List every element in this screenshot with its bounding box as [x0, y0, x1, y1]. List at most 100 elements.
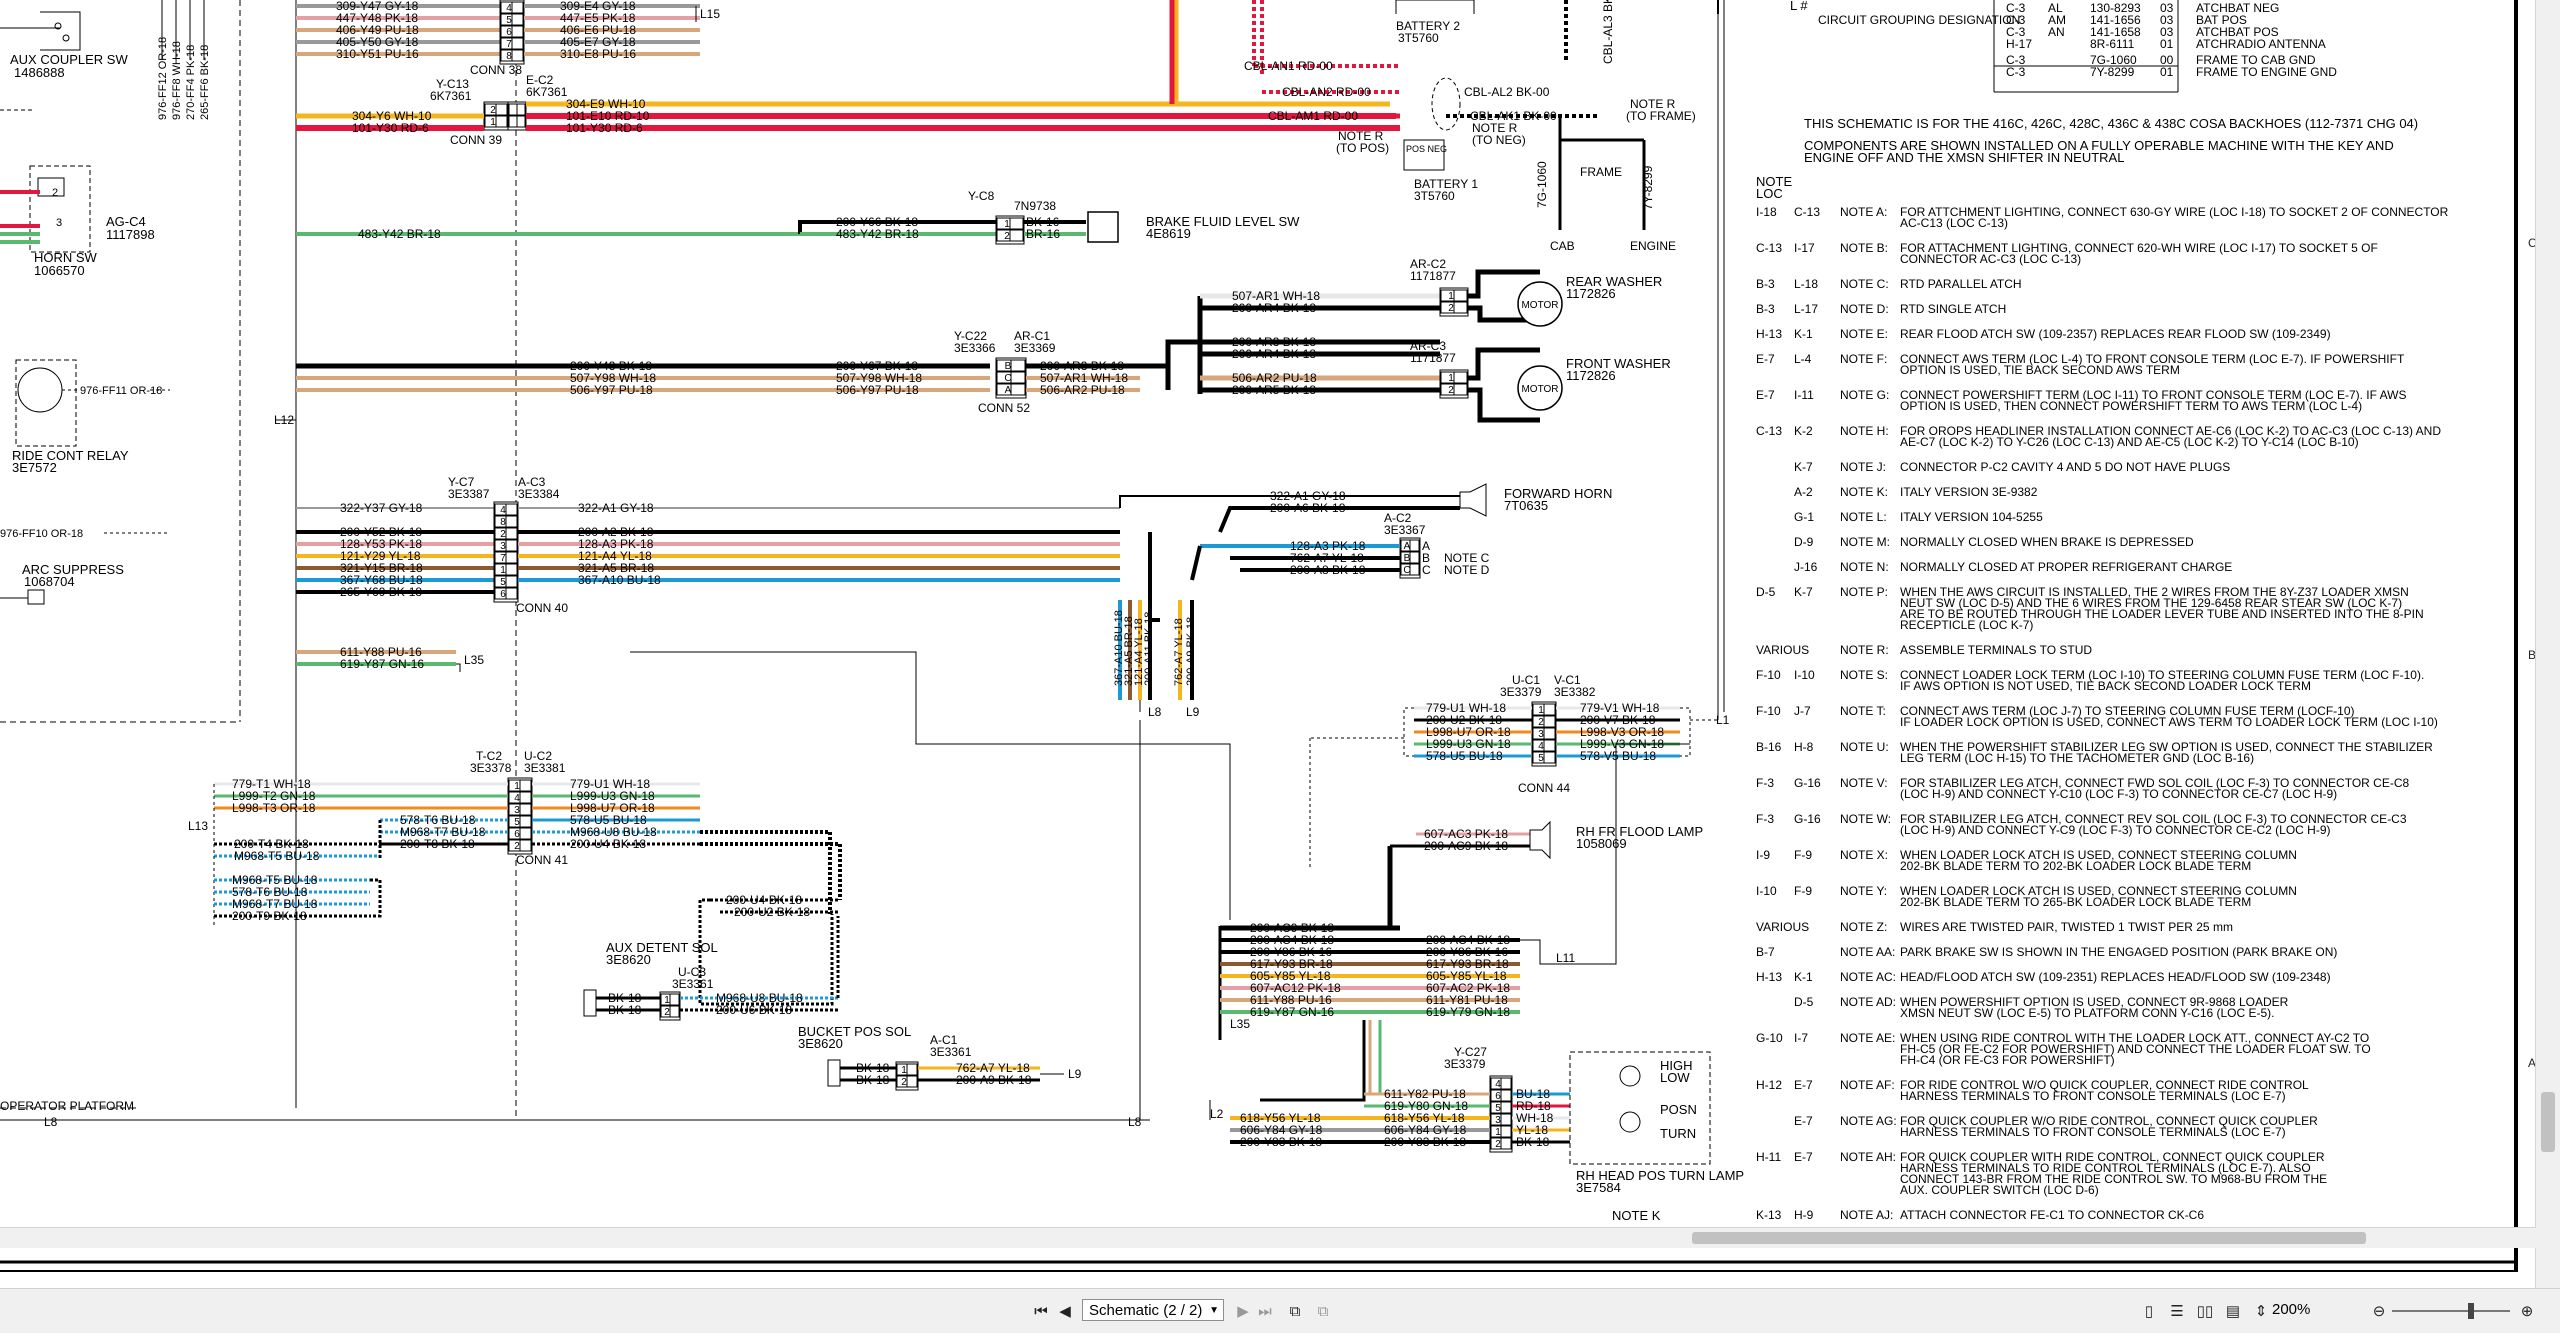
- note-10-loc2: G-1: [1794, 510, 1814, 524]
- arc1-pn: 3E3369: [1014, 341, 1056, 355]
- ec2-pn: 6K7361: [526, 85, 568, 99]
- conn44-left-label-4: 578-U5 BU-18: [1426, 749, 1503, 763]
- note-29-key: NOTE AH:: [1840, 1150, 1896, 1164]
- conn41-left-label-7: M968-T5 BU-18: [234, 849, 320, 863]
- first-page-icon[interactable]: ⏮: [1030, 1300, 1052, 1322]
- next-page-icon[interactable]: ▶: [1232, 1300, 1254, 1322]
- note-9-loc2: A-2: [1794, 485, 1813, 499]
- note-25-loc2: D-5: [1794, 995, 1814, 1009]
- note-13-loc1: D-5: [1756, 585, 1776, 599]
- note-d: NOTE D: [1444, 563, 1490, 577]
- yc27-pn: 3E3379: [1444, 1057, 1486, 1071]
- washer-mid-label-2: 506-AR2 PU-18: [1040, 383, 1125, 397]
- zoom-slider-knob[interactable]: [2468, 1303, 2474, 1319]
- ac2-pin-label: B: [1404, 553, 1411, 564]
- legend-row-3-num: 01: [2160, 37, 2174, 51]
- zoom-in-icon[interactable]: ⊕: [2516, 1300, 2538, 1322]
- previous-page-icon[interactable]: ◀: [1054, 1300, 1076, 1322]
- conn44-pin: [1543, 703, 1556, 716]
- yc27-pin-label: 5: [1495, 1103, 1501, 1114]
- lamp-label-2: POSN: [1660, 1102, 1697, 1117]
- note-21-key: NOTE Y:: [1840, 884, 1887, 898]
- note-1-loc1: C-13: [1756, 241, 1782, 255]
- conn44-pin: [1543, 739, 1556, 752]
- legend-row-3-desc: ATCHRADIO ANTENNA: [2196, 37, 2326, 51]
- note-16-key: NOTE T:: [1840, 704, 1886, 718]
- note-12-text-0: NORMALLY CLOSED AT PROPER REFRIGERANT CH…: [1900, 560, 2232, 574]
- conn39b-pin: [508, 115, 518, 128]
- conn39a-pin: [495, 103, 508, 116]
- yc13-pn: 6K7361: [430, 89, 472, 103]
- page-select[interactable]: Schematic (2 / 2) ▼: [1082, 1299, 1224, 1321]
- note-20-text-1: 202-BK BLADE TERM TO 202-BK LOADER LOCK …: [1900, 859, 2251, 873]
- note-0-text-1: AC-C13 (LOC C-13): [1900, 216, 2008, 230]
- note-5-loc2: L-4: [1794, 352, 1812, 366]
- conn52-label: CONN 52: [978, 401, 1030, 415]
- note-25-key: NOTE AD:: [1840, 995, 1896, 1009]
- note-17-key: NOTE U:: [1840, 740, 1889, 754]
- loc-l9: L9: [1186, 705, 1200, 719]
- yc22-pin: [1010, 371, 1026, 384]
- loc-l11: L11: [1556, 951, 1575, 965]
- loc-l2: L2: [1210, 1107, 1224, 1121]
- legend-row-5-pn: 7Y-8299: [2090, 65, 2135, 79]
- switch-contact: [62, 34, 70, 42]
- front-washer-pn: 1172826: [1566, 368, 1616, 383]
- note-27-text-1: HARNESS TERMINALS TO FRONT CONSOLE TERMI…: [1900, 1089, 2286, 1103]
- top-mid-label-4: 310-E8 PU-16: [560, 47, 636, 61]
- single-page-icon[interactable]: ▯: [2138, 1300, 2160, 1322]
- zoom-slider[interactable]: [2392, 1303, 2510, 1319]
- ac1-pin: [906, 1063, 918, 1076]
- operator-platform-label: OPERATOR PLATFORM: [0, 1099, 134, 1113]
- ac2-pn: 3E3367: [1384, 523, 1426, 537]
- note-r-1: (TO POS): [1336, 141, 1389, 155]
- wire: [1556, 743, 1690, 965]
- note-7-loc2: K-2: [1794, 424, 1813, 438]
- continuous-icon[interactable]: ☰: [2166, 1300, 2188, 1322]
- note-6-text-1: OPTION IS USED, THEN CONNECT POWERSHIFT …: [1900, 399, 2362, 413]
- horizontal-scroll-thumb[interactable]: [1692, 1232, 2366, 1244]
- note-20-loc2: F-9: [1794, 848, 1812, 862]
- aux-detent-pn: 3E8620: [606, 952, 651, 967]
- view-next-icon[interactable]: ⧉: [1312, 1300, 1334, 1322]
- view-previous-icon[interactable]: ⧉: [1284, 1300, 1306, 1322]
- loc-l1: L1: [1716, 713, 1730, 727]
- wire: [1148, 532, 1160, 622]
- ac1-pin: [906, 1075, 918, 1088]
- notes-legend: L #CIRCUIT GROUPING DESIGNATIONC-3 AL 130-…: [1756, 0, 2449, 1222]
- conn39a-pin-label: 2: [490, 105, 496, 116]
- uc3-pin-label: 1: [664, 995, 670, 1006]
- facing-continuous-icon[interactable]: ▤: [2222, 1300, 2244, 1322]
- note-14-text-0: ASSEMBLE TERMINALS TO STUD: [1900, 643, 2092, 657]
- facing-pages-icon[interactable]: ▯▯: [2194, 1300, 2216, 1322]
- note-6-loc2: I-11: [1794, 388, 1814, 402]
- last-page-icon[interactable]: ⏭: [1254, 1300, 1276, 1322]
- split-view-icon[interactable]: ⇕: [2250, 1300, 2272, 1322]
- conn40-pin-label: 4: [500, 505, 506, 516]
- arc3-pin-label: 2: [1448, 385, 1454, 396]
- ac2-pin-label: A: [1404, 541, 1411, 552]
- left-vertical-label-0: 976-FF12 OR-18: [157, 37, 169, 120]
- zoom-out-icon[interactable]: ⊖: [2368, 1300, 2390, 1322]
- intro-2: ENGINE OFF AND THE XMSN SHIFTER IN NEUTR…: [1804, 150, 2124, 165]
- note-7-text-1: AE-C7 (LOC K-2) TO Y-C26 (LOC C-13) AND …: [1900, 435, 2359, 449]
- yc8-pin-label: 2: [1004, 231, 1010, 242]
- vertical-scrollbar[interactable]: [2535, 0, 2560, 1292]
- horizontal-scrollbar[interactable]: [0, 1227, 2536, 1248]
- conn38-pin-label: 5: [506, 15, 512, 26]
- conn40-pin-label: 2: [500, 529, 506, 540]
- washer-right-label-3: 200-AR4 BK-18: [1232, 347, 1316, 361]
- rh-fr-flood-pn: 1058069: [1576, 836, 1627, 851]
- document-viewport[interactable]: AUX COUPLER SW 1486888 976-FF12 OR-18 976-F…: [0, 0, 2560, 1292]
- yc8-pin: [1009, 229, 1024, 242]
- yc8-pin-label: 1: [1004, 219, 1010, 230]
- note-16-loc2: J-7: [1794, 704, 1811, 718]
- vertical-scroll-thumb[interactable]: [2541, 1092, 2555, 1152]
- legend-lhash: L #: [1790, 0, 1808, 13]
- note-13-key: NOTE P:: [1840, 585, 1888, 599]
- yc27-pin: [1500, 1125, 1512, 1138]
- note-10-key: NOTE L:: [1840, 510, 1887, 524]
- lamp-bulb: [1619, 1111, 1641, 1133]
- note-k-label: NOTE K: [1612, 1208, 1661, 1223]
- note-27-loc1: H-12: [1756, 1078, 1782, 1092]
